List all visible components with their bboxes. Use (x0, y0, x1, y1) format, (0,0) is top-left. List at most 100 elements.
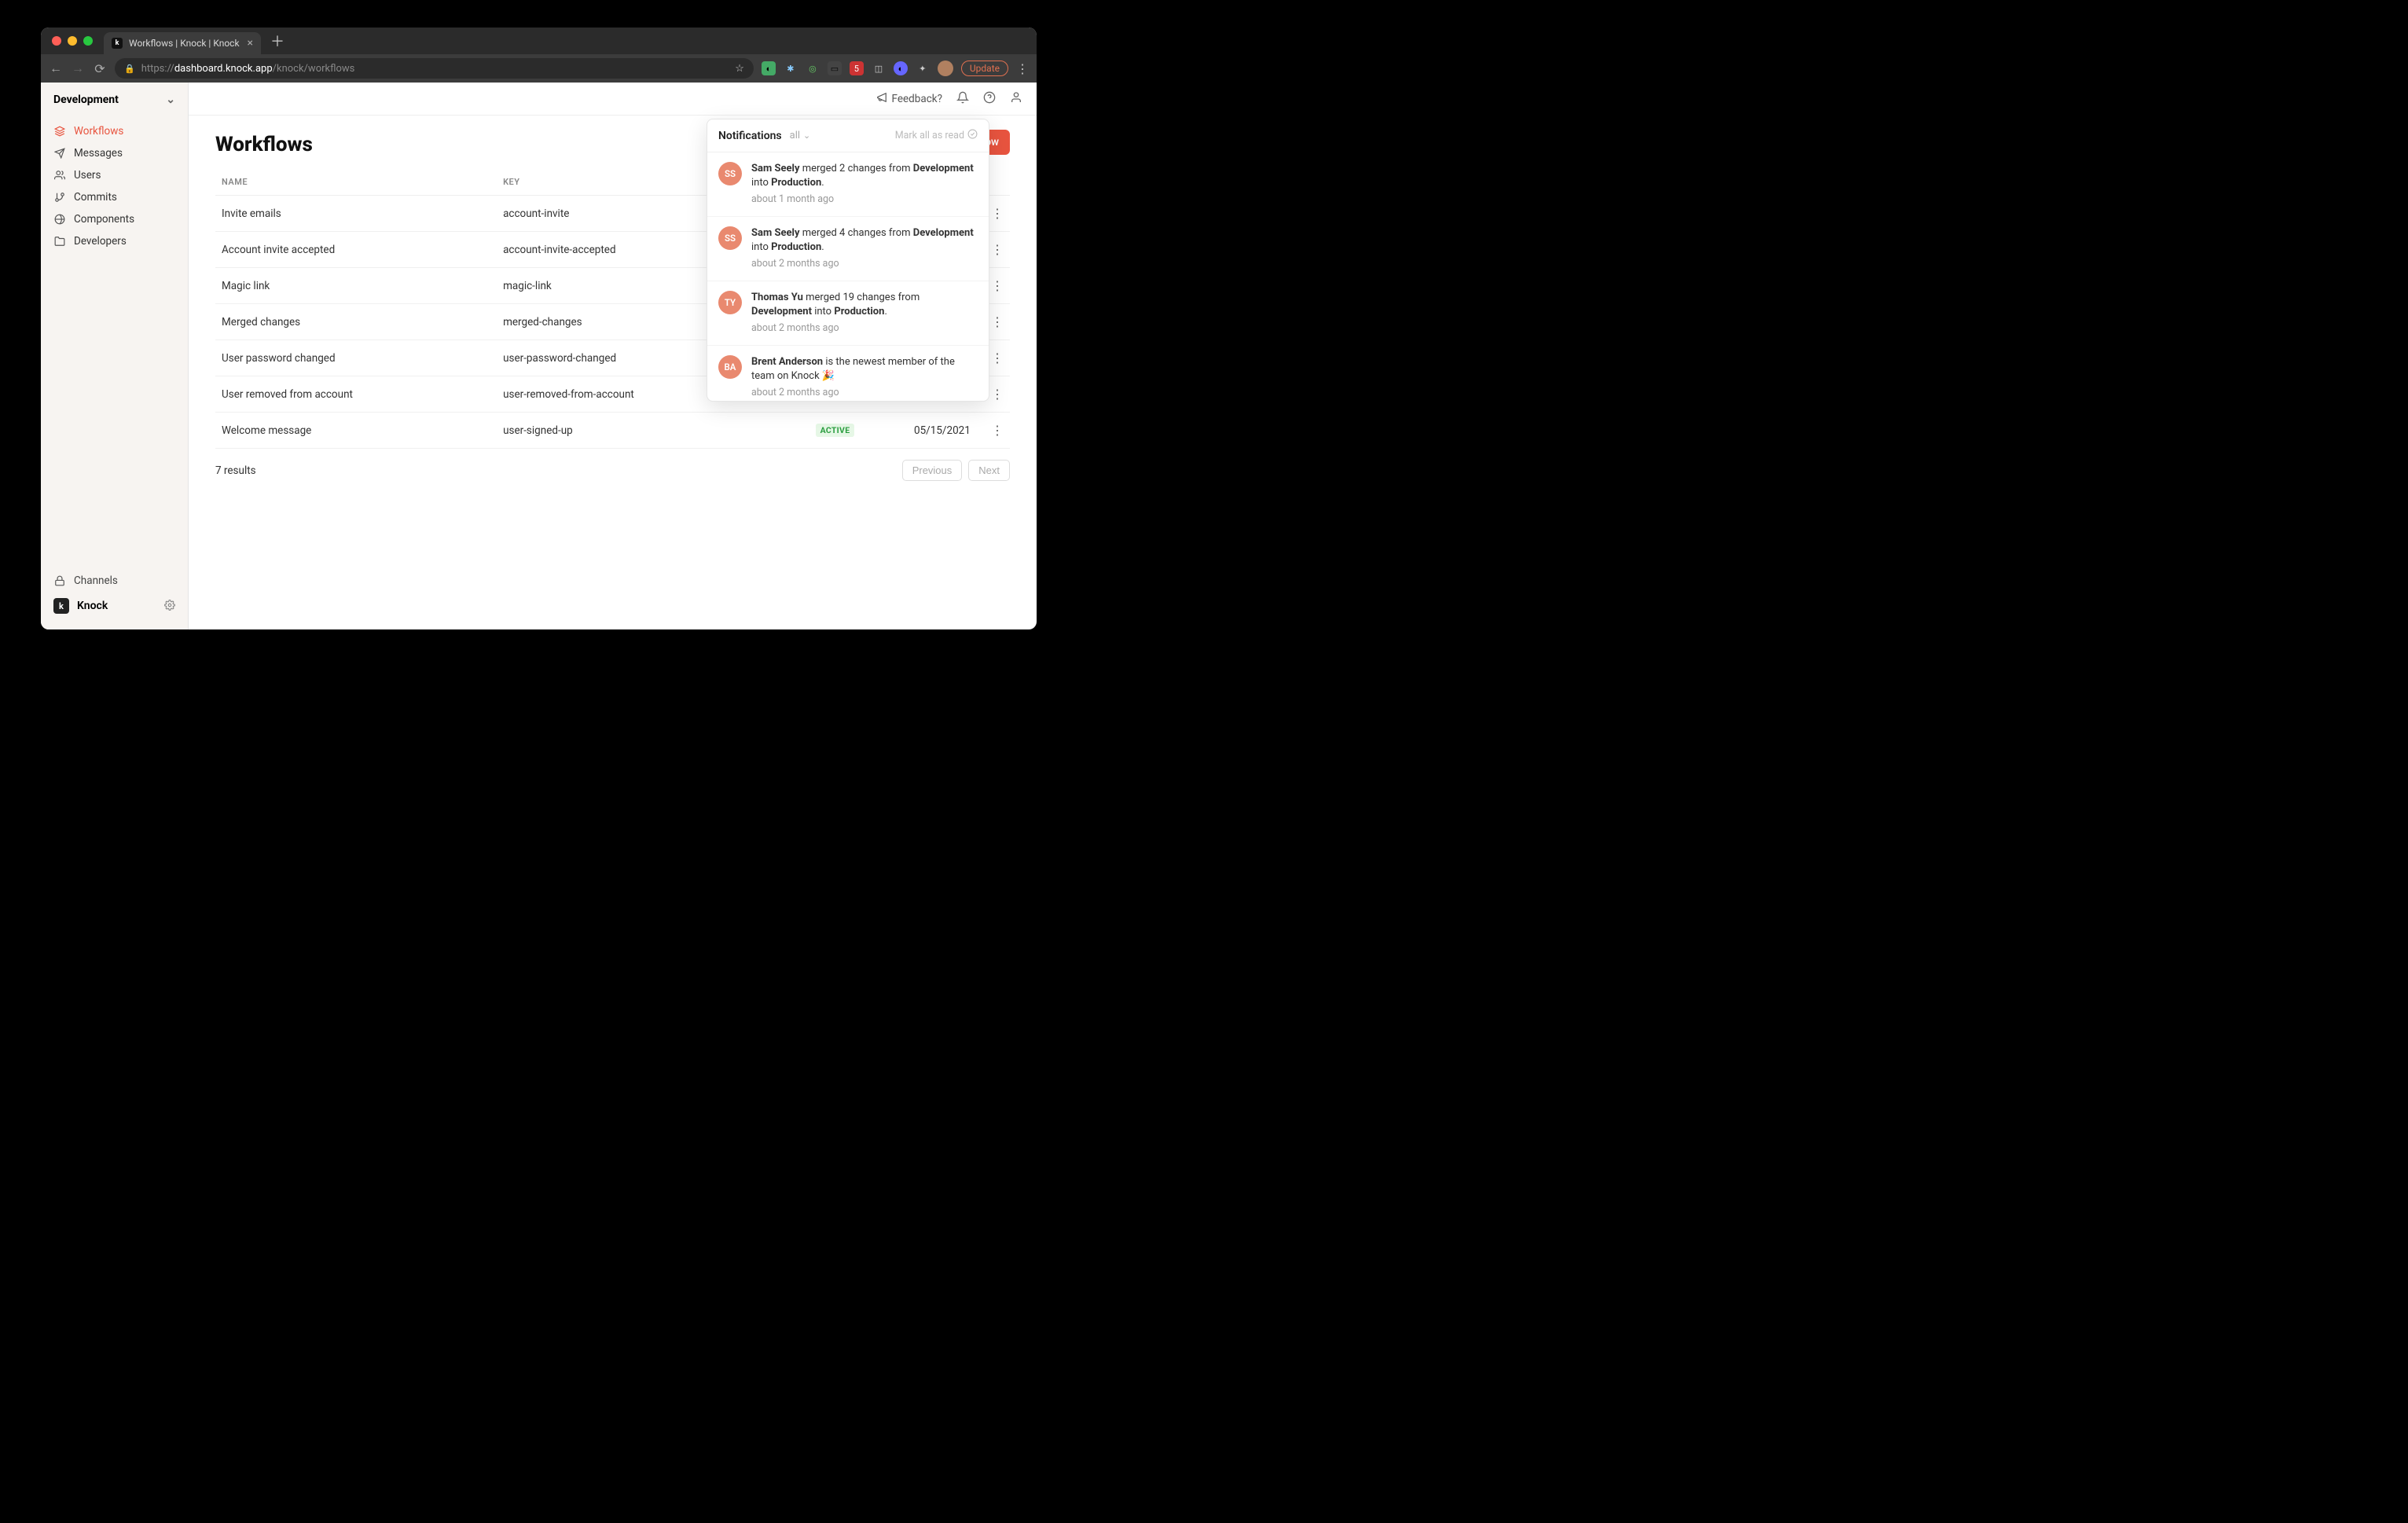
notifications-bell-button[interactable] (956, 91, 969, 107)
row-actions-button[interactable]: ⋮ (991, 242, 1004, 257)
reload-button[interactable]: ⟳ (93, 61, 107, 76)
notification-item[interactable]: SSSam Seely merged 4 changes from Develo… (707, 217, 989, 281)
cell-key: user-signed-up (497, 413, 778, 449)
user-menu-button[interactable] (1010, 91, 1022, 107)
notification-time: about 2 months ago (751, 386, 978, 400)
lock-icon: 🔒 (124, 64, 135, 74)
org-selector[interactable]: k Knock (41, 592, 188, 620)
previous-button[interactable]: Previous (902, 460, 963, 481)
table-row[interactable]: Welcome messageuser-signed-upACTIVE05/15… (215, 413, 1010, 449)
notifications-title: Notifications (718, 130, 782, 142)
check-circle-icon (967, 129, 978, 142)
filter-label: all (790, 130, 800, 141)
notification-time: about 1 month ago (751, 193, 978, 207)
sidebar-item-label: Developers (74, 235, 127, 248)
lock-icon (53, 575, 66, 586)
cell-name: Invite emails (215, 196, 497, 232)
feedback-button[interactable]: Feedback? (876, 92, 942, 106)
extension-icon[interactable]: ◐ (762, 61, 776, 75)
table-footer: 7 results Previous Next (215, 460, 1010, 481)
extension-icon[interactable]: 5 (850, 61, 864, 75)
notification-message: Thomas Yu merged 19 changes from Develop… (751, 291, 978, 319)
extension-icon[interactable]: ✱ (784, 61, 798, 75)
environment-selector[interactable]: Development ⌄ (41, 83, 188, 117)
sidebar-item-developers[interactable]: Developers (41, 230, 188, 252)
row-actions-button[interactable]: ⋮ (991, 387, 1004, 402)
gear-icon[interactable] (164, 599, 175, 614)
cell-name: User password changed (215, 340, 497, 376)
sidebar-item-label: Commits (74, 191, 117, 204)
folder-icon (53, 236, 66, 247)
layers-icon (53, 126, 66, 137)
extension-icon[interactable]: ◫ (872, 61, 886, 75)
sidebar-item-users[interactable]: Users (41, 164, 188, 186)
notification-item[interactable]: BA Brent Anderson is the newest member of… (707, 346, 989, 401)
row-actions-button[interactable]: ⋮ (991, 314, 1004, 329)
sidebar-item-channels[interactable]: Channels (41, 570, 188, 592)
help-button[interactable] (983, 91, 996, 107)
extension-icon[interactable]: ◐ (894, 61, 908, 75)
sidebar-nav: Workflows Messages Users (41, 117, 188, 255)
address-bar[interactable]: 🔒 https://dashboard.knock.app/knock/work… (115, 58, 754, 79)
users-icon (53, 170, 66, 181)
notification-message: Brent Anderson is the newest member of t… (751, 355, 978, 384)
cell-date: 05/15/2021 (861, 413, 976, 449)
sidebar-footer: Channels k Knock (41, 560, 188, 629)
results-count: 7 results (215, 464, 256, 477)
profile-avatar[interactable] (938, 61, 953, 76)
url-text: https://dashboard.knock.app/knock/workfl… (141, 63, 355, 75)
notifications-filter[interactable]: all ⌄ (790, 130, 811, 141)
sidebar-item-label: Components (74, 213, 134, 226)
favicon-icon: k (112, 38, 123, 49)
extensions-puzzle-icon[interactable]: ✦ (916, 61, 930, 75)
app-frame: Development ⌄ Workflows Messages (41, 83, 1037, 629)
sidebar-item-workflows[interactable]: Workflows (41, 120, 188, 142)
environment-label: Development (53, 94, 119, 106)
branch-icon (53, 192, 66, 203)
browser-menu-button[interactable]: ⋮ (1016, 61, 1029, 76)
bookmark-star-icon[interactable]: ☆ (735, 63, 744, 75)
close-window-button[interactable] (52, 36, 61, 46)
notification-body: Thomas Yu merged 19 changes from Develop… (751, 291, 978, 336)
browser-toolbar: ← → ⟳ 🔒 https://dashboard.knock.app/knoc… (41, 54, 1037, 83)
forward-button[interactable]: → (71, 61, 85, 76)
row-actions-button[interactable]: ⋮ (991, 423, 1004, 438)
row-actions-button[interactable]: ⋮ (991, 278, 1004, 293)
send-icon (53, 148, 66, 159)
row-actions-button[interactable]: ⋮ (991, 206, 1004, 221)
notification-item[interactable]: TY Thomas Yu merged 19 changes from Devel… (707, 281, 989, 346)
minimize-window-button[interactable] (68, 36, 77, 46)
extension-icon[interactable]: ◎ (806, 61, 820, 75)
avatar: TY (718, 291, 742, 314)
avatar: BA (718, 355, 742, 379)
column-header-name[interactable]: NAME (215, 169, 497, 196)
browser-tab[interactable]: k Workflows | Knock | Knock × (104, 32, 261, 54)
cell-status: ACTIVE (778, 413, 861, 449)
sidebar-item-components[interactable]: Components (41, 208, 188, 230)
notifications-popover: Notifications all ⌄ Mark all as read SSS… (707, 119, 989, 402)
browser-window: k Workflows | Knock | Knock × ＋ ← → ⟳ 🔒 … (41, 28, 1037, 629)
mark-all-read-button[interactable]: Mark all as read (895, 129, 978, 142)
notification-item[interactable]: SSSam Seely merged 2 changes from Develo… (707, 152, 989, 217)
sidebar-item-label: Messages (74, 147, 123, 160)
feedback-label: Feedback? (892, 93, 942, 105)
tab-title: Workflows | Knock | Knock (129, 38, 240, 49)
sidebar-item-label: Users (74, 169, 101, 182)
next-button[interactable]: Next (968, 460, 1010, 481)
notification-body: Brent Anderson is the newest member of t… (751, 355, 978, 400)
chevron-down-icon: ⌄ (166, 94, 175, 106)
notification-time: about 2 months ago (751, 321, 978, 336)
notification-body: Sam Seely merged 2 changes from Developm… (751, 162, 978, 207)
topbar: Feedback? (189, 83, 1037, 116)
update-button[interactable]: Update (961, 61, 1008, 76)
cell-name: Magic link (215, 268, 497, 304)
new-tab-button[interactable]: ＋ (270, 31, 284, 51)
maximize-window-button[interactable] (83, 36, 93, 46)
sidebar-item-messages[interactable]: Messages (41, 142, 188, 164)
close-tab-button[interactable]: × (248, 37, 253, 50)
row-actions-button[interactable]: ⋮ (991, 350, 1004, 365)
sidebar-item-commits[interactable]: Commits (41, 186, 188, 208)
notification-body: Sam Seely merged 4 changes from Developm… (751, 226, 978, 271)
back-button[interactable]: ← (49, 61, 63, 76)
extension-icon[interactable]: ▭ (828, 61, 842, 75)
